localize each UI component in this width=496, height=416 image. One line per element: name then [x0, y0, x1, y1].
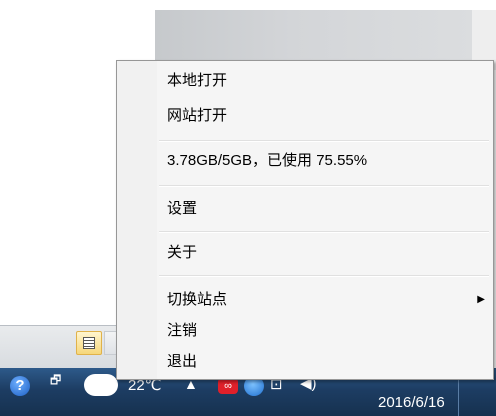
menu-separator [159, 231, 489, 233]
menu-item-storage-usage: 3.78GB/5GB，已使用 75.55% [167, 152, 368, 169]
menu-item-exit[interactable]: 退出 [167, 352, 197, 372]
taskbar-divider [458, 380, 459, 416]
window-small-icon[interactable]: 🗗 [50, 372, 61, 388]
details-view-button[interactable] [76, 331, 102, 355]
menu-separator [159, 185, 489, 187]
menu-separator [159, 275, 489, 277]
temperature-label: 22℃ [128, 377, 162, 394]
menu-item-logout[interactable]: 注销 [167, 321, 197, 341]
submenu-arrow-icon: ▶ [477, 294, 485, 305]
menu-gutter [117, 61, 157, 379]
context-menu: 本地打开 网站打开 3.78GB/5GB，已使用 75.55% 设置 关于 切换… [116, 60, 494, 380]
menu-separator [159, 140, 489, 142]
red-app-icon[interactable]: ∞ [218, 378, 238, 394]
menu-item-open-website[interactable]: 网站打开 [167, 106, 227, 126]
menu-item-about[interactable]: 关于 [167, 243, 197, 263]
cloud-weather-icon[interactable] [84, 374, 118, 396]
list-view-icon [83, 337, 95, 349]
taskbar-clock-date[interactable]: 2016/6/16 [378, 394, 445, 411]
menu-item-switch-site[interactable]: 切换站点 [167, 290, 227, 310]
menu-item-settings[interactable]: 设置 [167, 199, 197, 219]
menu-item-open-local[interactable]: 本地打开 [167, 71, 227, 91]
help-icon[interactable]: ? [10, 376, 30, 396]
